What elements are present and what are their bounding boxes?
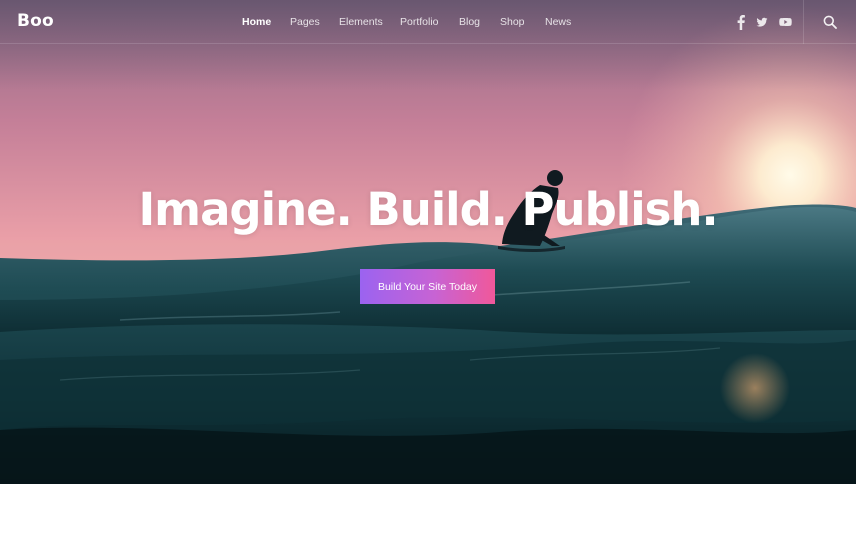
nav-item-pages[interactable]: Pages [290,16,320,28]
search-icon[interactable] [823,15,837,29]
nav-item-home[interactable]: Home [242,16,271,28]
nav-item-elements[interactable]: Elements [339,16,383,28]
hero-section: Boo Home Pages Elements Portfolio Blog S… [0,0,856,484]
nav-item-blog[interactable]: Blog [459,16,480,28]
hero-headline: Imagine. Build. Publish. [138,183,718,236]
site-logo[interactable]: Boo [17,11,54,31]
top-navigation-bar: Boo Home Pages Elements Portfolio Blog S… [0,0,856,44]
hero-background-image [0,0,856,484]
facebook-icon[interactable] [736,14,746,30]
build-site-button[interactable]: Build Your Site Today [360,269,495,304]
youtube-icon[interactable] [779,14,792,30]
nav-item-portfolio[interactable]: Portfolio [400,16,439,28]
header-divider [803,0,804,44]
twitter-icon[interactable] [756,14,768,30]
nav-item-shop[interactable]: Shop [500,16,525,28]
nav-item-news[interactable]: News [545,16,571,28]
